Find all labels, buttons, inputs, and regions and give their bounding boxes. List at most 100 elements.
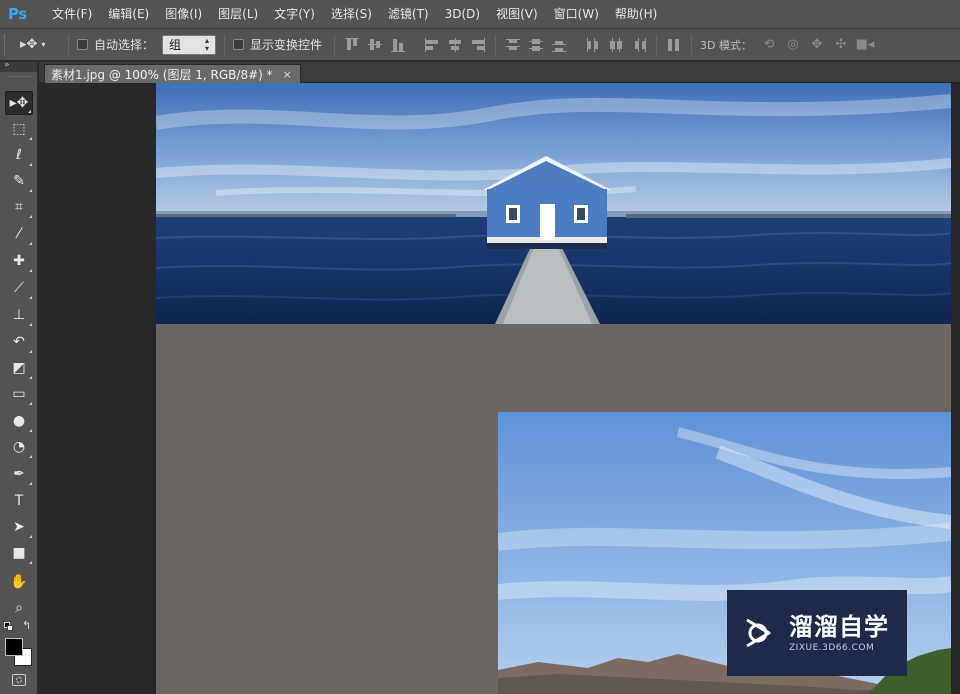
document-tab[interactable]: 素材1.jpg @ 100% (图层 1, RGB/8#) * × [44, 64, 301, 83]
photoshop-logo: Ps [8, 5, 27, 23]
align-vcenter-icon[interactable] [366, 36, 384, 54]
move-tool-icon[interactable]: ▸✥ [5, 91, 33, 115]
watermark-text: 溜溜自学 ZIXUE.3D66.COM [789, 613, 889, 653]
auto-align-layers-icon[interactable] [665, 36, 683, 54]
3d-rotate-icon[interactable]: ⟲ [760, 37, 778, 53]
tool-flyout-indicator [29, 137, 32, 140]
distribute-hcenter-icon[interactable] [607, 36, 625, 54]
show-transform-checkbox[interactable] [233, 39, 245, 50]
menu-type[interactable]: 文字(Y) [266, 0, 323, 29]
brush-tool-icon[interactable]: ⟋ [5, 276, 33, 300]
align-bottom-icon[interactable] [389, 36, 407, 54]
pen-tool-icon[interactable]: ✒ [5, 462, 33, 486]
tools-panel-header[interactable]: » [0, 60, 37, 72]
distribute-right-icon[interactable] [630, 36, 648, 54]
menu-edit[interactable]: 编辑(E) [100, 0, 157, 29]
dodge-tool-icon[interactable]: ◔ [5, 435, 33, 459]
3d-scale-icon[interactable]: ■◂ [856, 37, 875, 53]
divider [68, 34, 69, 55]
tool-flyout-indicator [29, 402, 32, 405]
rectangle-tool-icon[interactable]: ■ [5, 541, 33, 565]
eraser-tool-icon[interactable]: ◩ [5, 356, 33, 380]
menu-help[interactable]: 帮助(H) [607, 0, 665, 29]
boathouse-photo[interactable] [156, 83, 951, 324]
divider [656, 34, 658, 55]
document-tab-title: 素材1.jpg @ 100% (图层 1, RGB/8#) * [51, 67, 273, 82]
align-right-icon[interactable] [469, 36, 487, 54]
type-tool-icon[interactable]: T [5, 489, 33, 513]
tool-flyout-indicator [28, 110, 31, 113]
tools-panel-grip[interactable] [6, 76, 31, 84]
auto-select-dropdown[interactable]: 组 ▴ ▾ [162, 34, 217, 55]
menu-window[interactable]: 窗口(W) [546, 0, 607, 29]
align-hcenter-icon[interactable] [446, 36, 464, 54]
tool-flyout-indicator [29, 561, 32, 564]
path-select-tool-icon[interactable]: ➤ [5, 515, 33, 539]
distribute-vcenter-icon[interactable] [527, 36, 545, 54]
move-tool-icon: ▸✥ [20, 37, 38, 52]
distribute-top-icon[interactable] [504, 36, 522, 54]
marquee-tool-icon[interactable]: ⬚ [5, 117, 33, 141]
options-bar: ▸✥ ▾ 自动选择： 组 ▴ ▾ 显示变换控件 3D 模式： ⟲ ◎ ✥ ✣ ■… [0, 29, 960, 61]
menu-3d[interactable]: 3D(D) [437, 0, 488, 29]
history-brush-tool-icon[interactable]: ↶ [5, 330, 33, 354]
align-top-icon[interactable] [343, 36, 361, 54]
blur-tool-icon[interactable]: ● [5, 409, 33, 433]
boathouse-image [156, 83, 951, 324]
menu-bar: Ps 文件(F) 编辑(E) 图像(I) 图层(L) 文字(Y) 选择(S) 滤… [0, 0, 960, 29]
watermark-url: ZIXUE.3D66.COM [789, 643, 875, 653]
play-logo-icon [739, 614, 777, 652]
eyedropper-tool-icon[interactable]: ⁄ [5, 222, 33, 246]
divider [691, 34, 693, 55]
tool-flyout-indicator [29, 189, 32, 192]
menu-select[interactable]: 选择(S) [323, 0, 380, 29]
options-grip[interactable] [4, 34, 10, 55]
menu-layer[interactable]: 图层(L) [210, 0, 266, 29]
tool-flyout-indicator [29, 455, 32, 458]
tool-flyout-indicator [29, 323, 32, 326]
align-buttons [343, 36, 487, 54]
tool-flyout-indicator [29, 163, 32, 166]
lasso-tool-icon[interactable]: ℓ [5, 143, 33, 167]
menu-image[interactable]: 图像(I) [157, 0, 210, 29]
3d-roll-icon[interactable]: ◎ [784, 37, 802, 53]
collapse-icon[interactable]: » [4, 60, 9, 70]
gradient-tool-icon[interactable]: ▭ [5, 382, 33, 406]
watermark-badge: 溜溜自学 ZIXUE.3D66.COM [727, 590, 907, 676]
divider [224, 34, 226, 55]
photoshop-window: Ps 文件(F) 编辑(E) 图像(I) 图层(L) 文字(Y) 选择(S) 滤… [0, 0, 960, 694]
tool-flyout-indicator [29, 482, 32, 485]
align-left-icon[interactable] [423, 36, 441, 54]
divider [334, 34, 336, 55]
foreground-color-swatch[interactable] [5, 638, 23, 656]
tool-flyout-indicator [29, 429, 32, 432]
3d-pan-icon[interactable]: ✥ [808, 37, 826, 53]
crop-tool-icon[interactable]: ⌗ [5, 195, 33, 219]
quick-select-tool-icon[interactable]: ✎ [5, 169, 33, 193]
3d-slide-icon[interactable]: ✣ [832, 37, 850, 53]
swap-colors-icon[interactable]: ↰ [22, 619, 31, 632]
auto-select-checkbox[interactable] [77, 39, 88, 50]
menu-filter[interactable]: 滤镜(T) [380, 0, 437, 29]
hand-tool-icon[interactable]: ✋ [5, 570, 33, 594]
tool-flyout-indicator [29, 242, 32, 245]
clone-stamp-tool-icon[interactable]: ⊥ [5, 303, 33, 327]
quick-mask-icon[interactable] [12, 674, 26, 686]
menu-file[interactable]: 文件(F) [44, 0, 100, 29]
menu-view[interactable]: 视图(V) [488, 0, 546, 29]
tool-preset-picker[interactable]: ▸✥ ▾ [20, 37, 60, 52]
default-colors-icon[interactable] [4, 622, 14, 632]
zoom-tool-icon[interactable]: ⌕ [5, 596, 33, 620]
distribute-left-icon[interactable] [584, 36, 602, 54]
distribute-bottom-icon[interactable] [550, 36, 568, 54]
vertical-scrollbar[interactable] [951, 83, 960, 694]
auto-select-value: 组 [169, 38, 182, 52]
watermark-title: 溜溜自学 [789, 613, 889, 641]
tool-flyout-indicator [29, 269, 32, 272]
tool-flyout-indicator [29, 535, 32, 538]
updown-arrows-icon: ▴ ▾ [205, 35, 210, 53]
tool-flyout-indicator [29, 376, 32, 379]
close-icon[interactable]: × [283, 68, 292, 81]
healing-brush-tool-icon[interactable]: ✚ [5, 249, 33, 273]
divider [495, 34, 497, 55]
